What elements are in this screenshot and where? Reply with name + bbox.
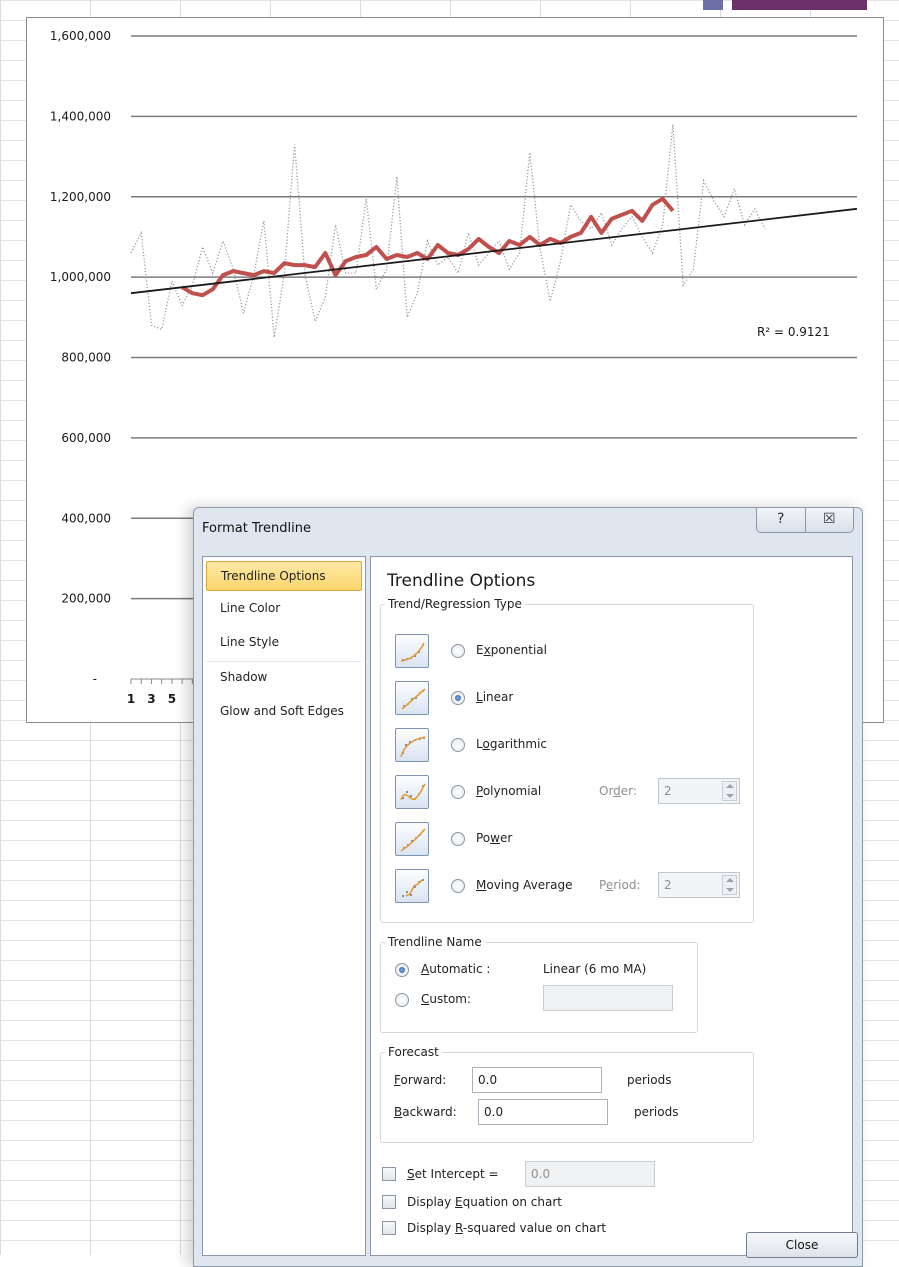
nav-line-style[interactable]: Line Style [206, 628, 362, 658]
polynomial-option[interactable]: Polynomial Order: 2 [381, 775, 753, 813]
exponential-radio[interactable] [451, 644, 465, 658]
logarithmic-trend-icon[interactable] [395, 728, 429, 762]
y-tick-label: 600,000 [61, 431, 111, 445]
polynomial-trend-icon[interactable] [395, 775, 429, 809]
moving-average-radio[interactable] [451, 879, 465, 893]
y-tick-label: 1,000,000 [50, 270, 111, 284]
options-panel: Trendline Options Trend/Regression Type … [370, 556, 853, 1256]
trendline-name-group-label: Trendline Name [388, 935, 482, 949]
linear-radio[interactable] [451, 691, 465, 705]
order-label: Order: [599, 784, 637, 798]
logarithmic-radio[interactable] [451, 738, 465, 752]
close-icon[interactable]: ☒ [804, 508, 854, 532]
custom-radio[interactable] [395, 993, 409, 1007]
y-tick-label: 1,400,000 [50, 109, 111, 123]
period-spinner[interactable]: 2 [658, 872, 740, 898]
backward-periods-label: periods [634, 1105, 679, 1119]
nav-divider [206, 661, 362, 662]
custom-name-input[interactable] [543, 985, 673, 1011]
backward-label: Backward: [394, 1105, 457, 1119]
trendline-name-group: Trendline Name Automatic : Linear (6 mo … [380, 935, 698, 1033]
help-icon[interactable]: ? [757, 508, 805, 532]
power-trend-icon[interactable] [395, 822, 429, 856]
polynomial-radio[interactable] [451, 785, 465, 799]
order-spinner[interactable]: 2 [658, 778, 740, 804]
x-tick-label: 5 [168, 692, 176, 706]
category-list: Trendline Options Line Color Line Style … [202, 556, 366, 1256]
y-tick-label: 1,600,000 [50, 29, 111, 43]
forecast-group: Forecast Forward: 0.0 periods Backward: … [380, 1045, 754, 1143]
ribbon-fragment [703, 0, 723, 10]
nav-line-color[interactable]: Line Color [206, 594, 362, 624]
backward-input[interactable]: 0.0 [478, 1099, 608, 1125]
automatic-radio[interactable] [395, 963, 409, 977]
format-trendline-dialog: Format Trendline ? ☒ Trendline Options L… [193, 507, 863, 1267]
linear-option[interactable]: Linear [381, 681, 753, 719]
y-tick-label: 1,200,000 [50, 190, 111, 204]
order-value: 2 [664, 784, 672, 798]
polynomial-label: Polynomial [476, 784, 542, 798]
linear-trend-icon[interactable] [395, 681, 429, 715]
dialog-title: Format Trendline [202, 521, 311, 536]
automatic-label: Automatic : [421, 962, 491, 976]
set-intercept-input[interactable]: 0.0 [525, 1161, 655, 1187]
nav-trendline-options[interactable]: Trendline Options [206, 561, 362, 591]
order-spin-arrows-icon[interactable] [722, 781, 737, 801]
trend-type-group-label: Trend/Regression Type [388, 597, 522, 611]
moving-average-trend-icon[interactable] [395, 869, 429, 903]
moving-average-option[interactable]: Moving Average Period: 2 [381, 869, 753, 907]
set-intercept-label: Set Intercept = [407, 1167, 499, 1181]
display-equation-checkbox[interactable] [382, 1195, 396, 1209]
trend-type-group: Trend/Regression Type Exponential Linear [380, 597, 754, 923]
period-value: 2 [664, 878, 672, 892]
r-squared-label: R² = 0.9121 [757, 325, 830, 339]
x-tick-label: 3 [147, 692, 155, 706]
forward-label: Forward: [394, 1073, 447, 1087]
forward-input[interactable]: 0.0 [472, 1067, 602, 1093]
logarithmic-label: Logarithmic [476, 737, 547, 751]
panel-title: Trendline Options [387, 571, 536, 591]
linear-label: Linear [476, 690, 514, 704]
period-label: Period: [599, 878, 641, 892]
set-intercept-checkbox[interactable] [382, 1167, 396, 1181]
exponential-label: Exponential [476, 643, 547, 657]
linear-trendline[interactable] [130, 207, 858, 295]
exponential-trend-icon[interactable] [395, 634, 429, 668]
custom-label: Custom: [421, 992, 472, 1006]
y-tick-label: 200,000 [61, 592, 111, 606]
display-equation-label: Display Equation on chart [407, 1195, 562, 1209]
display-r-squared-checkbox[interactable] [382, 1221, 396, 1235]
exponential-option[interactable]: Exponential [381, 634, 753, 672]
y-tick-label: - [93, 672, 97, 686]
power-radio[interactable] [451, 832, 465, 846]
close-button[interactable]: Close [746, 1232, 858, 1258]
forward-periods-label: periods [627, 1073, 672, 1087]
y-tick-label: 800,000 [61, 351, 111, 365]
period-spin-arrows-icon[interactable] [722, 875, 737, 895]
titlebar-buttons: ? ☒ [756, 508, 854, 533]
ribbon-fragment [732, 0, 867, 10]
moving-average-label: Moving Average [476, 878, 573, 892]
forecast-group-label: Forecast [388, 1045, 439, 1059]
dialog-titlebar[interactable]: Format Trendline ? ☒ [194, 508, 862, 548]
x-tick-label: 1 [127, 692, 135, 706]
power-label: Power [476, 831, 513, 845]
logarithmic-option[interactable]: Logarithmic [381, 728, 753, 766]
y-tick-label: 400,000 [61, 511, 111, 525]
moving-average-series-line[interactable] [181, 196, 675, 298]
power-option[interactable]: Power [381, 822, 753, 860]
nav-shadow[interactable]: Shadow [206, 663, 362, 693]
display-r-squared-label: Display R-squared value on chart [407, 1221, 607, 1235]
nav-glow-soft-edges[interactable]: Glow and Soft Edges [206, 697, 362, 727]
automatic-name-value: Linear (6 mo MA) [543, 962, 647, 976]
